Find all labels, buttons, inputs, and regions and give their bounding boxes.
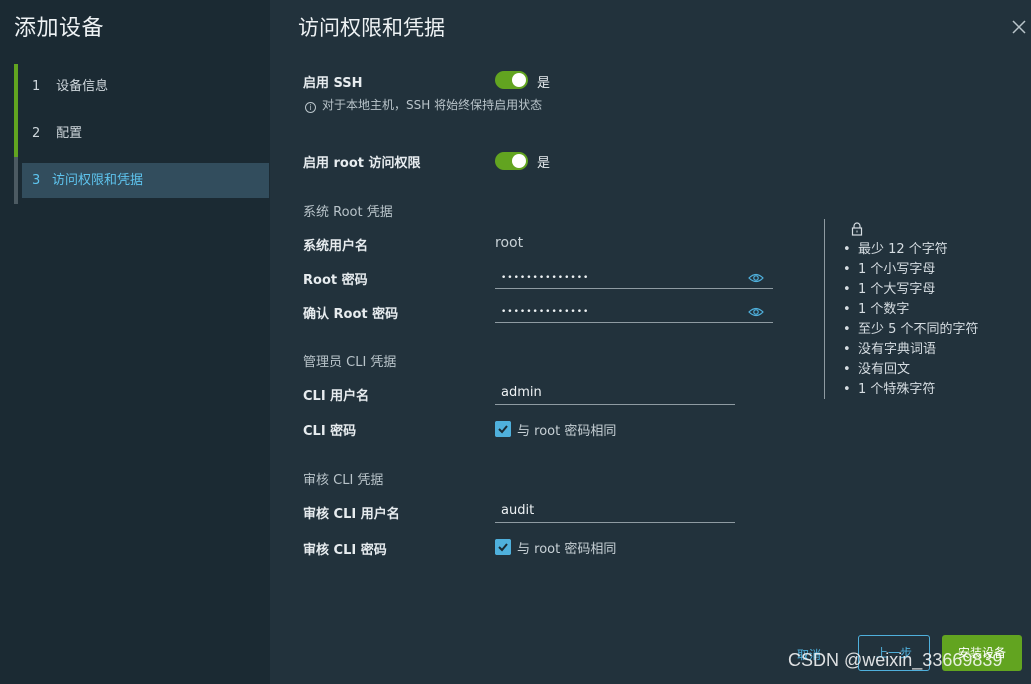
- ssh-note-text: 对于本地主机，SSH 将始终保持启用状态: [322, 98, 543, 112]
- rules-divider: [824, 219, 825, 399]
- wizard-title: 添加设备: [14, 16, 105, 41]
- confirm-root-password-field[interactable]: ••••••••••••••: [495, 299, 773, 323]
- password-rule: 没有字典词语: [843, 340, 979, 360]
- cli-password-label: CLI 密码: [303, 424, 357, 439]
- watermark: CSDN @weixin_33669839: [788, 650, 1003, 670]
- step-number: 1: [32, 79, 41, 94]
- password-rule: 1 个数字: [843, 300, 979, 320]
- lock-icon: [851, 222, 863, 236]
- audit-same-as-root-label: 与 root 密码相同: [517, 542, 617, 557]
- step-device-info[interactable]: 1 设备信息: [14, 64, 269, 111]
- page-title: 访问权限和凭据: [298, 16, 445, 40]
- system-username-value: root: [495, 235, 524, 251]
- cli-same-as-root-checkbox[interactable]: [495, 421, 511, 437]
- step-current-bar: [14, 157, 18, 204]
- password-rule: 1 个特殊字符: [843, 380, 979, 400]
- info-icon: i: [305, 102, 316, 113]
- root-password-field[interactable]: ••••••••••••••: [495, 265, 773, 289]
- ssh-label: 启用 SSH: [303, 76, 363, 91]
- root-access-toggle[interactable]: [495, 152, 528, 170]
- system-username-label: 系统用户名: [303, 239, 369, 254]
- step-configuration[interactable]: 2 配置: [14, 111, 269, 158]
- ssh-toggle[interactable]: [495, 71, 528, 89]
- root-access-toggle-state: 是: [537, 156, 551, 171]
- system-root-section-title: 系统 Root 凭据: [303, 205, 393, 220]
- step-access-credentials[interactable]: 3 访问权限和凭据: [14, 157, 269, 204]
- toggle-knob: [512, 73, 526, 87]
- ssh-toggle-state: 是: [537, 76, 551, 91]
- audit-username-field[interactable]: audit: [495, 499, 735, 523]
- audit-password-label: 审核 CLI 密码: [303, 543, 387, 558]
- root-password-value: ••••••••••••••: [501, 273, 590, 283]
- cli-same-as-root-label: 与 root 密码相同: [517, 424, 617, 439]
- close-icon[interactable]: [1010, 18, 1028, 36]
- confirm-root-password-label: 确认 Root 密码: [303, 307, 399, 322]
- step-number: 3: [32, 173, 41, 188]
- eye-icon[interactable]: [748, 306, 764, 318]
- toggle-knob: [512, 154, 526, 168]
- password-rule: 最少 12 个字符: [843, 240, 979, 260]
- root-password-label: Root 密码: [303, 273, 368, 288]
- audit-cli-section-title: 审核 CLI 凭据: [303, 473, 384, 488]
- password-rule: 至少 5 个不同的字符: [843, 320, 979, 340]
- audit-same-as-root-checkbox[interactable]: [495, 539, 511, 555]
- cli-username-label: CLI 用户名: [303, 389, 370, 404]
- password-rules-list: 最少 12 个字符 1 个小写字母 1 个大写字母 1 个数字 至少 5 个不同…: [843, 240, 979, 400]
- root-access-label: 启用 root 访问权限: [303, 156, 421, 171]
- cli-username-field[interactable]: admin: [495, 381, 735, 405]
- ssh-note: i 对于本地主机，SSH 将始终保持启用状态: [305, 96, 542, 113]
- step-label: 访问权限和凭据: [52, 173, 144, 188]
- confirm-root-password-value: ••••••••••••••: [501, 307, 590, 317]
- password-rule: 1 个小写字母: [843, 260, 979, 280]
- admin-cli-section-title: 管理员 CLI 凭据: [303, 355, 397, 370]
- step-label: 配置: [56, 126, 83, 141]
- step-complete-bar: [14, 64, 18, 111]
- step-complete-bar: [14, 111, 18, 158]
- password-rule: 没有回文: [843, 360, 979, 380]
- step-number: 2: [32, 126, 41, 141]
- wizard-sidebar: 添加设备 1 设备信息 2 配置 3 访问权限和凭据: [0, 0, 270, 684]
- step-label: 设备信息: [56, 79, 109, 94]
- password-rule: 1 个大写字母: [843, 280, 979, 300]
- eye-icon[interactable]: [748, 272, 764, 284]
- audit-username-label: 审核 CLI 用户名: [303, 507, 400, 522]
